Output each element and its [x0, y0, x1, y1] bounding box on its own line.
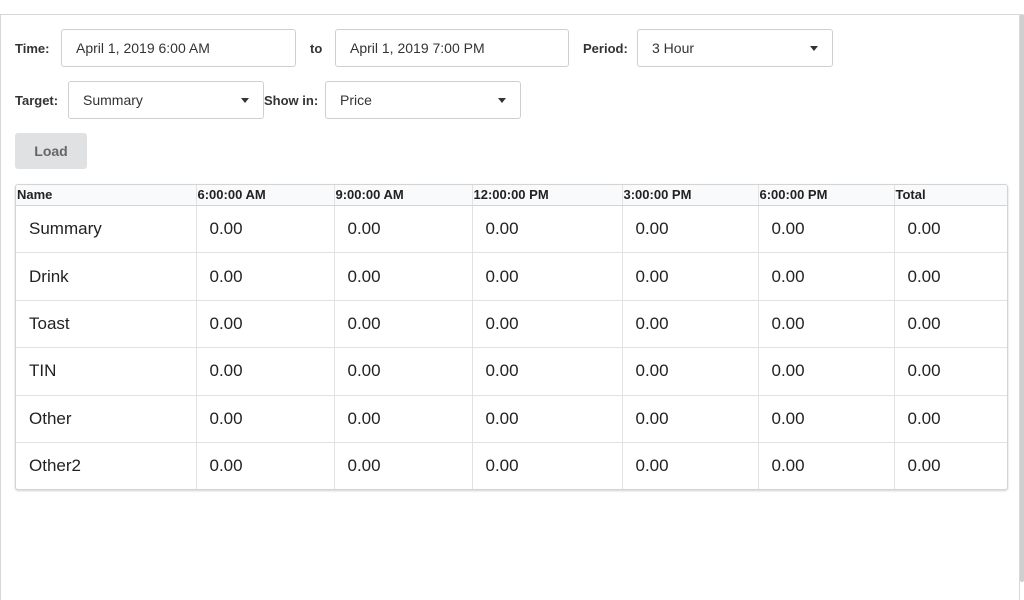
- table-row: Toast 0.00 0.00 0.00 0.00 0.00 0.00: [16, 299, 1007, 348]
- value-cell: 0.00: [195, 205, 334, 253]
- show-in-label: Show in:: [264, 93, 319, 108]
- period-dropdown[interactable]: 3 Hour: [637, 29, 833, 67]
- value-cell: 0.00: [471, 347, 622, 396]
- value-cell: 0.00: [757, 299, 894, 348]
- column-header-6am[interactable]: 6:00:00 AM: [195, 185, 334, 206]
- value-cell: 0.00: [195, 299, 334, 348]
- row-name-cell: Other: [16, 394, 196, 443]
- column-header-3pm[interactable]: 3:00:00 PM: [621, 185, 758, 206]
- column-header-9am[interactable]: 9:00:00 AM: [333, 185, 472, 206]
- row-name-cell: Summary: [29, 219, 102, 239]
- value-cell: 0.00: [333, 441, 472, 489]
- value-cell: 0.00: [333, 394, 472, 443]
- value-cell: 0.00: [621, 441, 758, 489]
- value-cell: 0.00: [757, 205, 894, 253]
- value-cell: 0.00: [621, 347, 758, 396]
- load-button[interactable]: Load: [15, 133, 87, 169]
- caret-down-icon: [498, 98, 506, 103]
- total-cell: 0.00: [893, 299, 1007, 348]
- to-label: to: [310, 41, 323, 56]
- table-row: Drink 0.00 0.00 0.00 0.00 0.00 0.00: [16, 252, 1007, 301]
- table-header-row: Name 6:00:00 AM 9:00:00 AM 12:00:00 PM 3…: [16, 185, 1007, 206]
- total-cell: 0.00: [893, 394, 1007, 443]
- value-cell: 0.00: [757, 347, 894, 396]
- value-cell: 0.00: [471, 394, 622, 443]
- value-cell: 0.00: [195, 441, 334, 489]
- report-table-container: Name 6:00:00 AM 9:00:00 AM 12:00:00 PM 3…: [15, 184, 1008, 490]
- value-cell: 0.00: [333, 347, 472, 396]
- report-table: Name 6:00:00 AM 9:00:00 AM 12:00:00 PM 3…: [16, 185, 1007, 489]
- value-cell: 0.00: [757, 252, 894, 301]
- row-name-cell: TIN: [16, 347, 196, 396]
- value-cell: 0.00: [471, 205, 622, 253]
- value-cell: 0.00: [471, 252, 622, 301]
- table-row: Summary 0.00 0.00 0.00 0.00 0.00 0.00: [16, 205, 1007, 253]
- value-cell: 0.00: [621, 252, 758, 301]
- value-cell: 0.00: [195, 252, 334, 301]
- value-cell: 0.00: [621, 394, 758, 443]
- show-in-value: Price: [340, 92, 372, 108]
- value-cell: 0.00: [471, 441, 622, 489]
- period-label: Period:: [583, 41, 628, 56]
- target-label: Target:: [15, 93, 59, 108]
- caret-down-icon: [241, 98, 249, 103]
- period-value: 3 Hour: [652, 40, 695, 56]
- total-cell: 0.00: [893, 205, 1007, 253]
- total-cell: 0.00: [893, 441, 1007, 489]
- value-cell: 0.00: [195, 394, 334, 443]
- value-cell: 0.00: [471, 299, 622, 348]
- table-row: Other 0.00 0.00 0.00 0.00 0.00 0.00: [16, 394, 1007, 443]
- time-label: Time:: [15, 41, 50, 56]
- total-cell: 0.00: [893, 252, 1007, 301]
- value-cell: 0.00: [333, 205, 472, 253]
- page-scrollbar[interactable]: [1020, 14, 1024, 582]
- row-name-cell: Toast: [16, 299, 196, 348]
- value-cell: 0.00: [757, 441, 894, 489]
- column-header-12pm[interactable]: 12:00:00 PM: [471, 185, 622, 206]
- target-dropdown[interactable]: Summary: [68, 81, 264, 119]
- time-to-input[interactable]: April 1, 2019 7:00 PM: [335, 29, 569, 67]
- table-row: Other2 0.00 0.00 0.00 0.00 0.00 0.00: [16, 441, 1007, 489]
- target-value: Summary: [83, 92, 143, 108]
- value-cell: 0.00: [333, 252, 472, 301]
- value-cell: 0.00: [621, 299, 758, 348]
- value-cell: 0.00: [333, 299, 472, 348]
- column-header-6pm[interactable]: 6:00:00 PM: [757, 185, 894, 206]
- show-in-dropdown[interactable]: Price: [325, 81, 521, 119]
- total-cell: 0.00: [893, 347, 1007, 396]
- caret-down-icon: [810, 46, 818, 51]
- row-name-cell: Drink: [16, 252, 196, 301]
- value-cell: 0.00: [621, 205, 758, 253]
- column-header-name[interactable]: Name: [16, 185, 196, 206]
- value-cell: 0.00: [757, 394, 894, 443]
- time-from-input[interactable]: April 1, 2019 6:00 AM: [61, 29, 296, 67]
- column-header-total[interactable]: Total: [893, 185, 1007, 206]
- table-row: TIN 0.00 0.00 0.00 0.00 0.00 0.00: [16, 347, 1007, 396]
- value-cell: 0.00: [195, 347, 334, 396]
- row-name-cell: Other2: [16, 441, 196, 489]
